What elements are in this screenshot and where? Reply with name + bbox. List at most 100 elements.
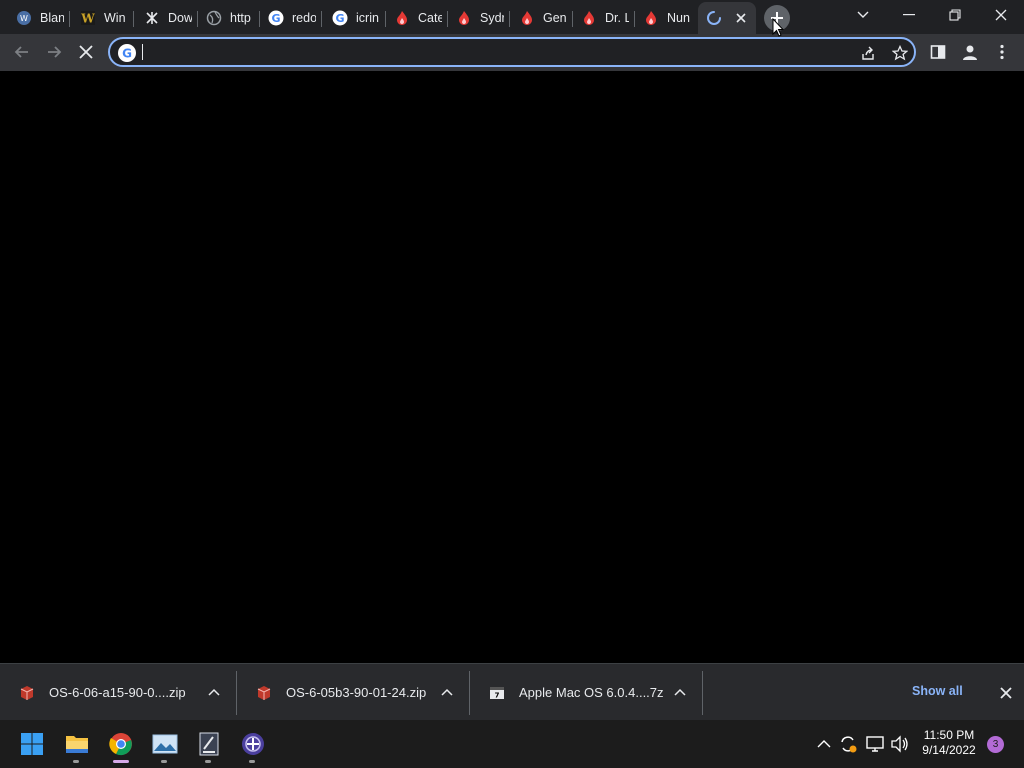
tab-10[interactable]: Dr. L [573,4,635,32]
svg-text:G: G [271,12,280,25]
tab-8[interactable]: Sydr [448,4,510,32]
loading-spinner-icon [706,10,722,26]
menu-button[interactable] [988,38,1016,66]
windows-taskbar: 11:50 PM 9/14/2022 [0,720,1024,768]
tab-9[interactable]: Gen [511,4,573,32]
mouse-cursor-icon [772,18,784,37]
notification-badge[interactable]: 3 [987,736,1004,753]
tab-3[interactable]: Dow [136,4,198,32]
svg-text:G: G [335,12,344,25]
editor-app-button[interactable] [193,728,225,763]
downloads-bar: OS-6-06-a15-90-0....zip OS-6-05b3-90-01-… [0,663,1024,720]
start-button[interactable] [16,728,48,760]
tab-search-button[interactable] [840,0,886,30]
file-explorer-button[interactable] [61,728,93,763]
tab-divider [509,11,510,27]
restore-button[interactable] [932,0,978,30]
more-vertical-icon [1000,44,1004,60]
tab-11[interactable]: Nun [635,4,697,32]
flame-icon [643,10,659,26]
address-bar[interactable]: G [108,37,916,67]
browser-toolbar: G [0,34,1024,71]
minimize-icon [903,14,915,16]
tab-title: http [230,11,251,25]
photos-app-button[interactable] [149,728,181,763]
blank-site-icon: W [16,10,32,26]
system-clock[interactable]: 11:50 PM 9/14/2022 [914,728,984,758]
running-indicator [205,760,211,763]
tab-title: Blan [40,11,64,25]
minimize-button[interactable] [886,0,932,30]
flame-icon [394,10,410,26]
volume-icon[interactable] [890,734,910,754]
chevron-up-icon[interactable] [672,684,688,700]
close-icon [79,45,93,59]
side-panel-button[interactable] [924,38,952,66]
sync-icon[interactable] [838,734,858,754]
flame-icon [581,10,597,26]
7z-archive-icon: 7 [490,686,504,699]
tab-divider [69,11,70,27]
close-icon [995,9,1007,21]
svg-text:W: W [80,12,95,26]
running-indicator [249,760,255,763]
bookmark-star-icon[interactable] [890,43,910,63]
tab-title: Cate [418,11,442,25]
download-item[interactable]: OS-6-06-a15-90-0....zip [0,664,236,721]
download-item[interactable]: 7 Apple Mac OS 6.0.4....7z [470,664,702,721]
tab-6[interactable]: G icrin [324,4,386,32]
clock-date: 9/14/2022 [922,743,976,757]
chevron-up-icon[interactable] [439,684,455,700]
close-tab-icon[interactable] [732,9,750,27]
svg-text:G: G [122,47,132,61]
svg-text:W: W [20,14,28,23]
side-panel-icon [930,45,946,59]
app-badge-icon [242,733,264,755]
tab-7[interactable]: Cate [386,4,448,32]
app-button[interactable] [237,728,269,763]
tab-divider [321,11,322,27]
chevron-up-icon[interactable] [206,684,222,700]
tab-title: Gen [543,11,567,25]
tab-title: icrin [356,11,379,25]
flame-icon [456,10,472,26]
google-icon: G [118,44,136,62]
text-caret [142,44,143,60]
address-input[interactable] [142,42,842,62]
close-window-button[interactable] [978,0,1024,30]
profile-icon [963,45,977,60]
divider [702,671,703,715]
globe-icon [206,10,222,26]
tab-divider [133,11,134,27]
zip-archive-icon [257,685,271,700]
windows-logo-icon [21,733,43,755]
image-viewer-icon [152,734,178,754]
back-button[interactable] [8,38,36,66]
tab-strip: W Blan W Win Dow http G redo G icrin Cat… [0,0,1024,34]
tab-active[interactable] [698,2,756,34]
restore-icon [949,9,961,21]
running-indicator [161,760,167,763]
chevron-up-icon[interactable] [814,734,834,754]
tab-2[interactable]: W Win [72,4,134,32]
chrome-button[interactable] [105,728,137,763]
page-content [0,71,1024,663]
show-all-downloads-link[interactable]: Show all [912,684,963,698]
close-downloads-bar-button[interactable] [996,683,1016,703]
tab-4[interactable]: http [198,4,260,32]
profile-button[interactable] [956,38,984,66]
tab-1[interactable]: W Blan [8,4,70,32]
stop-loading-button[interactable] [72,38,100,66]
google-icon: G [268,10,284,26]
svg-text:7: 7 [495,691,500,699]
download-item[interactable]: OS-6-05b3-90-01-24.zip [237,664,469,721]
forward-button[interactable] [40,38,68,66]
google-icon: G [332,10,348,26]
tab-title: Dr. L [605,11,629,25]
share-icon[interactable] [858,43,878,63]
chrome-icon [109,733,132,756]
w-logo-icon: W [80,10,96,26]
network-icon[interactable] [865,734,885,754]
tab-5[interactable]: G redo [260,4,322,32]
tab-title: Dow [168,11,192,25]
